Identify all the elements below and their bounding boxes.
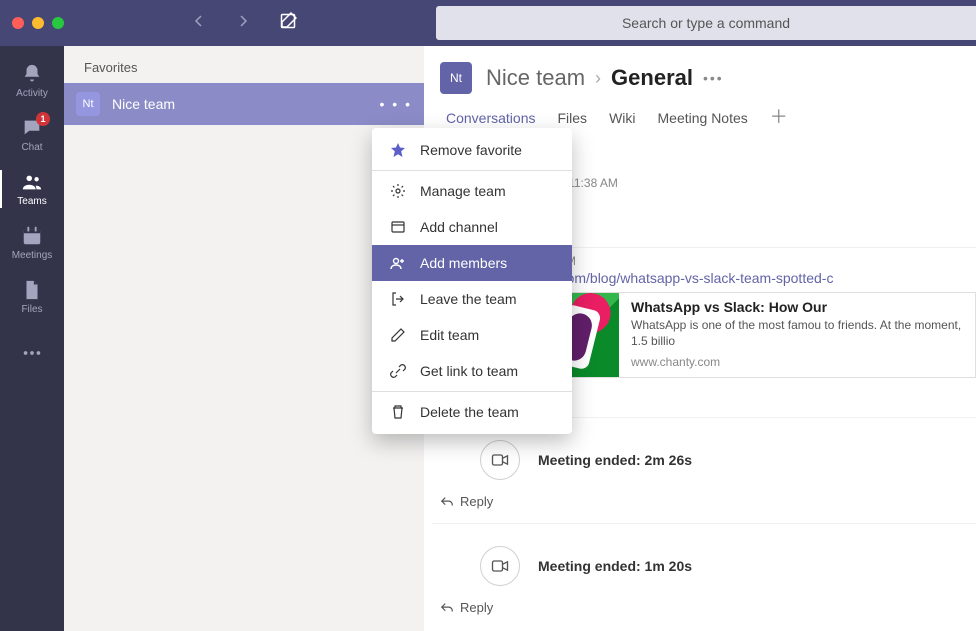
rail-files[interactable]: Files (0, 270, 64, 324)
tab-files[interactable]: Files (558, 110, 588, 126)
nav-back-button[interactable] (189, 13, 209, 34)
close-window-button[interactable] (12, 17, 24, 29)
chevron-right-icon: › (595, 68, 601, 89)
rail-chat[interactable]: 1 Chat (0, 108, 64, 162)
meeting-ended-text: Meeting ended: 1m 20s (538, 558, 692, 574)
menu-leave-team[interactable]: Leave the team (372, 281, 572, 317)
app-rail: Activity 1 Chat Teams Meetings Files (0, 46, 64, 631)
rail-teams-label: Teams (17, 196, 46, 207)
menu-remove-favorite[interactable]: Remove favorite (372, 132, 572, 168)
rail-activity[interactable]: Activity (0, 54, 64, 108)
titlebar: Search or type a command (0, 0, 976, 46)
menu-label: Edit team (420, 327, 479, 343)
team-name-label: Nice team (112, 96, 175, 112)
breadcrumb-team[interactable]: Nice team (486, 65, 585, 91)
menu-label: Add members (420, 255, 507, 271)
nav-forward-button[interactable] (233, 13, 253, 34)
rail-files-label: Files (21, 304, 42, 315)
team-more-button[interactable]: • • • (380, 97, 412, 111)
menu-label: Delete the team (420, 404, 519, 420)
chat-badge: 1 (36, 112, 50, 126)
meeting-icon (480, 546, 520, 586)
window-controls (0, 17, 64, 29)
menu-manage-team[interactable]: Manage team (372, 173, 572, 209)
favorites-header: Favorites (64, 46, 424, 83)
menu-get-link[interactable]: Get link to team (372, 353, 572, 389)
rail-meetings[interactable]: Meetings (0, 216, 64, 270)
teams-panel: Favorites Nt Nice team • • • (64, 46, 424, 631)
search-placeholder: Search or type a command (622, 15, 790, 31)
link-description: WhatsApp is one of the most famou to fri… (631, 317, 967, 349)
reply-label: Reply (460, 494, 493, 509)
maximize-window-button[interactable] (52, 17, 64, 29)
link-title: WhatsApp vs Slack: How Our (631, 299, 967, 315)
menu-label: Leave the team (420, 291, 517, 307)
team-avatar: Nt (76, 92, 100, 116)
link-domain: www.chanty.com (631, 355, 967, 369)
rail-chat-label: Chat (21, 142, 42, 153)
rail-activity-label: Activity (16, 88, 48, 99)
minimize-window-button[interactable] (32, 17, 44, 29)
menu-separator (372, 170, 572, 171)
tab-meeting-notes[interactable]: Meeting Notes (658, 110, 748, 126)
menu-separator (372, 391, 572, 392)
compose-button[interactable] (277, 12, 299, 35)
rail-teams[interactable]: Teams (0, 162, 64, 216)
reply-button[interactable]: Reply (432, 590, 976, 623)
menu-delete-team[interactable]: Delete the team (372, 394, 572, 430)
menu-edit-team[interactable]: Edit team (372, 317, 572, 353)
menu-add-members[interactable]: Add members (372, 245, 572, 281)
team-row-nice-team[interactable]: Nt Nice team • • • (64, 83, 424, 125)
search-input[interactable]: Search or type a command (436, 6, 976, 40)
channel-more-button[interactable]: ••• (703, 70, 724, 86)
menu-add-channel[interactable]: Add channel (372, 209, 572, 245)
tab-wiki[interactable]: Wiki (609, 110, 635, 126)
channel-team-avatar: Nt (440, 62, 472, 94)
team-context-menu: Remove favorite Manage team Add channel … (372, 128, 572, 434)
meeting-ended-text: Meeting ended: 2m 26s (538, 452, 692, 468)
menu-label: Get link to team (420, 363, 518, 379)
rail-more-button[interactable] (0, 326, 64, 380)
menu-label: Manage team (420, 183, 506, 199)
reply-button[interactable]: Reply (432, 484, 976, 517)
breadcrumb-channel[interactable]: General (611, 65, 693, 91)
channel-header: Nt Nice team › General ••• (424, 46, 976, 110)
menu-label: Remove favorite (420, 142, 522, 158)
meeting-icon (480, 440, 520, 480)
add-tab-button[interactable]: ＋ (770, 110, 788, 124)
reply-label: Reply (460, 600, 493, 615)
menu-label: Add channel (420, 219, 498, 235)
rail-meetings-label: Meetings (12, 250, 53, 261)
